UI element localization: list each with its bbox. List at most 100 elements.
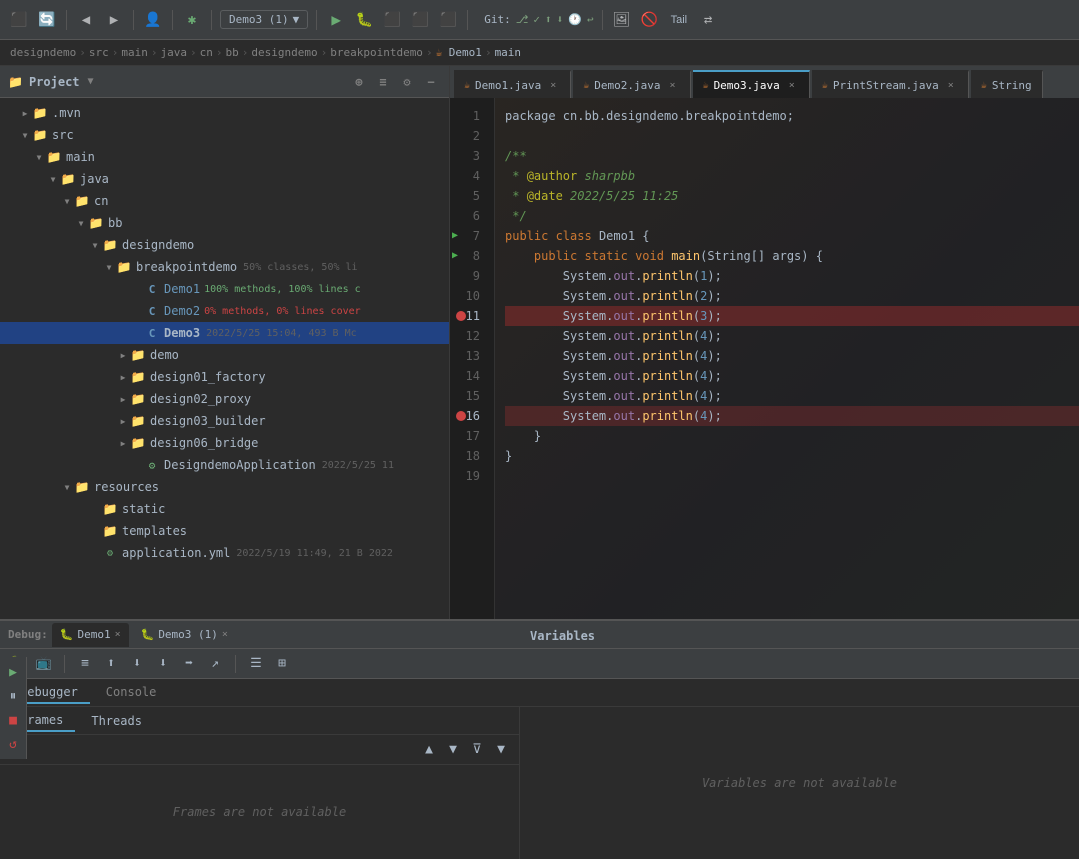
toolbar-forward-icon[interactable]: ▶: [103, 9, 125, 31]
project-dropdown-icon[interactable]: ▼: [88, 76, 94, 87]
tab-close-demo2[interactable]: ×: [666, 78, 680, 92]
frame-nav-down-btn[interactable]: ▼: [443, 740, 463, 760]
tree-arrow-design02: ▶: [116, 392, 130, 406]
tree-item-demo3[interactable]: C Demo3 2022/5/25 15:04, 493 B Mc: [0, 322, 449, 344]
debug-pause-icon[interactable]: ⏸: [2, 685, 24, 707]
breadcrumb-src[interactable]: src: [89, 46, 109, 59]
debug-tool-stepinto-icon[interactable]: ⬇: [127, 654, 147, 674]
analyze-icon[interactable]: ⬛: [437, 9, 459, 31]
breadcrumb-designdemo[interactable]: designdemo: [10, 46, 76, 59]
debug-tool-layout-icon[interactable]: ⊞: [272, 654, 292, 674]
demo-dropdown[interactable]: Demo3 (1) ▼: [220, 10, 308, 29]
debug-subtab-console[interactable]: Console: [94, 682, 169, 704]
project-sync-icon[interactable]: ⊕: [349, 72, 369, 92]
tree-item-templates[interactable]: 📁 templates: [0, 520, 449, 542]
coverage-demo1: 100% methods, 100% lines c: [204, 284, 361, 295]
git-fetch-icon[interactable]: ⬇: [557, 13, 564, 26]
debug-tool-evaluate-icon[interactable]: ↗: [205, 654, 225, 674]
toolbar-icon-screenshot[interactable]: 🖼: [611, 9, 633, 31]
git-branch-icon[interactable]: ⎇: [516, 13, 529, 26]
line-num-2: 2: [450, 126, 486, 146]
tree-item-designdemo[interactable]: ▼ 📁 designdemo: [0, 234, 449, 256]
breakpoint-dot-16[interactable]: [456, 411, 466, 421]
tail-button[interactable]: Tail: [667, 12, 692, 28]
git-check-icon[interactable]: ✓: [533, 13, 540, 26]
tree-item-bb[interactable]: ▼ 📁 bb: [0, 212, 449, 234]
tree-item-demo1[interactable]: C Demo1 100% methods, 100% lines c: [0, 278, 449, 300]
bug-icon[interactable]: 🐛: [353, 9, 375, 31]
editor-tab-printstream[interactable]: ☕ PrintStream.java ×: [812, 70, 969, 98]
project-collapse-icon[interactable]: ≡: [373, 72, 393, 92]
toolbar-icon-stop[interactable]: 🚫: [639, 9, 661, 31]
tree-item-demo[interactable]: ▶ 📁 demo: [0, 344, 449, 366]
editor-tab-demo3[interactable]: ☕ Demo3.java ×: [693, 70, 810, 98]
breadcrumb-bb[interactable]: bb: [225, 46, 238, 59]
debug-subtab-debugger-label: Debugger: [20, 685, 78, 699]
tree-item-main[interactable]: ▼ 📁 main: [0, 146, 449, 168]
tree-item-design06[interactable]: ▶ 📁 design06_bridge: [0, 432, 449, 454]
translate-icon[interactable]: ⇄: [697, 9, 719, 31]
editor-tab-demo2[interactable]: ☕ Demo2.java ×: [573, 70, 690, 98]
toolbar-icon-2[interactable]: 🔄: [36, 9, 58, 31]
breadcrumb-designdemo2[interactable]: designdemo: [251, 46, 317, 59]
tab-close-printstream[interactable]: ×: [944, 78, 958, 92]
breadcrumb-mainmethod[interactable]: main: [495, 46, 522, 59]
code-line-9: System.out.println(1);: [505, 266, 1079, 286]
editor-tab-string[interactable]: ☕ String: [971, 70, 1043, 98]
tree-item-applicationyml[interactable]: ⚙ application.yml 2022/5/19 11:49, 21 B …: [0, 542, 449, 564]
coverage-icon[interactable]: ⬛: [381, 9, 403, 31]
tree-item-design02[interactable]: ▶ 📁 design02_proxy: [0, 388, 449, 410]
tree-item-demo2[interactable]: C Demo2 0% methods, 0% lines cover: [0, 300, 449, 322]
breakpoint-dot-11[interactable]: [456, 311, 466, 321]
breadcrumb-breakpointdemo[interactable]: breakpointdemo: [330, 46, 423, 59]
tab-close-demo1[interactable]: ×: [546, 78, 560, 92]
tree-item-designdemoapp[interactable]: ⚙ DesigndemoApplication 2022/5/25 11: [0, 454, 449, 476]
debug-session-close-demo1[interactable]: ×: [115, 629, 121, 640]
debug-tool-console-icon[interactable]: 📺: [34, 654, 54, 674]
debug-tool-list-icon[interactable]: ≡: [75, 654, 95, 674]
toolbar-icon-4[interactable]: ✱: [181, 9, 203, 31]
git-history-icon[interactable]: 🕐: [568, 13, 582, 26]
tree-item-resources[interactable]: ▼ 📁 resources: [0, 476, 449, 498]
tab-label-printstream: PrintStream.java: [833, 79, 939, 92]
debug-tool-runtopos-icon[interactable]: ➡: [179, 654, 199, 674]
git-undo-icon[interactable]: ↩: [587, 13, 594, 26]
frame-nav-up-btn[interactable]: ▲: [419, 740, 439, 760]
debug-stop-icon[interactable]: ■: [2, 709, 24, 731]
debug-session-tab-demo3[interactable]: 🐛 Demo3 (1) ×: [133, 623, 236, 647]
debug-tool-stepout-icon[interactable]: ⬇: [153, 654, 173, 674]
toolbar-icon-3[interactable]: 👤: [142, 9, 164, 31]
breadcrumb-cn[interactable]: cn: [200, 46, 213, 59]
debug-run-icon[interactable]: ▶: [2, 661, 24, 683]
debug-tool-settings-icon[interactable]: ☰: [246, 654, 266, 674]
frame-filter-btn[interactable]: ⊽: [467, 740, 487, 760]
debug-rerun-icon[interactable]: ↺: [2, 733, 24, 755]
editor-tab-demo1[interactable]: ☕ Demo1.java ×: [454, 70, 571, 98]
tree-item-src[interactable]: ▼ 📁 src: [0, 124, 449, 146]
run-green-icon[interactable]: ▶: [325, 9, 347, 31]
tree-item-breakpointdemo[interactable]: ▼ 📁 breakpointdemo 50% classes, 50% li: [0, 256, 449, 278]
tree-item-static[interactable]: 📁 static: [0, 498, 449, 520]
toolbar-back-icon[interactable]: ◀: [75, 9, 97, 31]
debug-session-tab-demo1[interactable]: 🐛 Demo1 ×: [52, 623, 129, 647]
profile-icon[interactable]: ⬛: [409, 9, 431, 31]
breadcrumb-java[interactable]: java: [160, 46, 187, 59]
tree-meta-designdemoapp: 2022/5/25 11: [322, 460, 394, 471]
frame-settings-btn[interactable]: ▼: [491, 740, 511, 760]
toolbar-icon-1[interactable]: ⬛: [8, 9, 30, 31]
tab-close-demo3[interactable]: ×: [785, 78, 799, 92]
git-push-icon[interactable]: ⬆: [545, 13, 552, 26]
tree-item-cn[interactable]: ▼ 📁 cn: [0, 190, 449, 212]
debug-session-close-demo3[interactable]: ×: [222, 629, 228, 640]
tree-item-mvn[interactable]: ▶ 📁 .mvn: [0, 102, 449, 124]
tree-item-design03[interactable]: ▶ 📁 design03_builder: [0, 410, 449, 432]
breadcrumb-demo1[interactable]: ☕ Demo1: [436, 46, 482, 59]
tree-item-design01[interactable]: ▶ 📁 design01_factory: [0, 366, 449, 388]
breadcrumb-main[interactable]: main: [121, 46, 148, 59]
debug-tool-stepover-icon[interactable]: ⬆: [101, 654, 121, 674]
tree-arrow-demo: ▶: [116, 348, 130, 362]
project-settings-icon[interactable]: ⚙: [397, 72, 417, 92]
project-minimize-icon[interactable]: −: [421, 72, 441, 92]
threads-tab[interactable]: Threads: [79, 711, 154, 731]
tree-item-java[interactable]: ▼ 📁 java: [0, 168, 449, 190]
